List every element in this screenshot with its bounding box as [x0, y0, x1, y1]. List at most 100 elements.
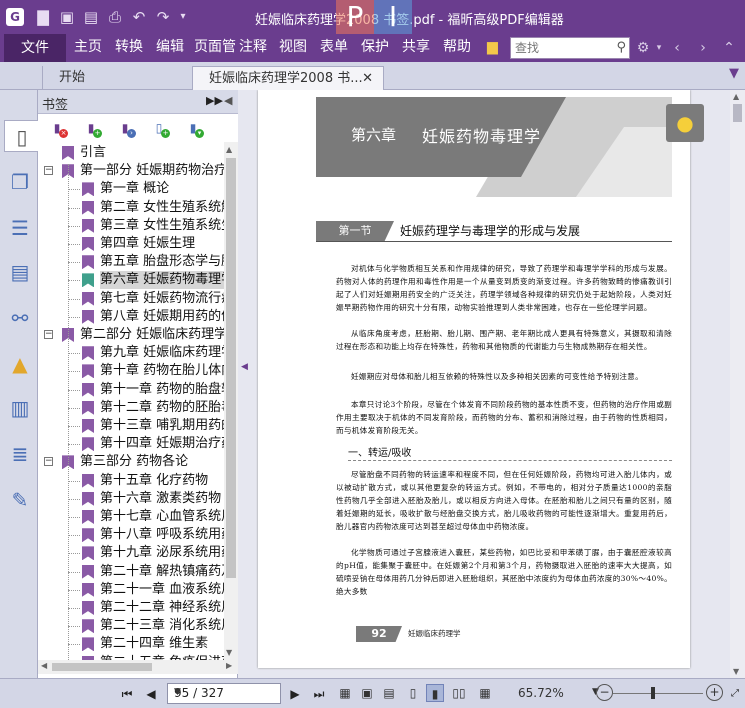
bookmark-item[interactable]: 第六章 妊娠药物毒理学: [38, 271, 224, 290]
bookmark-item[interactable]: 第十八章 呼吸系统用药: [38, 526, 224, 544]
bookmark-from-page-icon[interactable]: ▯ +: [150, 119, 170, 138]
bookmark-item[interactable]: 第十一章 药物的胎盘转: [38, 381, 224, 399]
bookmark-item[interactable]: 第四章 妊娠生理: [38, 235, 224, 253]
menu-share[interactable]: 共享: [402, 34, 430, 62]
bookmark-item[interactable]: 第二十四章 维生素: [38, 635, 224, 653]
doc-scroll-up-icon[interactable]: ▲: [733, 92, 739, 101]
bookmark-item[interactable]: 第七章 妊娠药物流行病: [38, 290, 224, 308]
tab-list-menu-icon[interactable]: ▼: [729, 66, 739, 81]
redo-icon[interactable]: ↷: [154, 8, 172, 26]
settings-dropdown-icon[interactable]: ▾: [650, 39, 668, 57]
doc-scroll-down-icon[interactable]: ▼: [733, 667, 739, 676]
last-page-icon[interactable]: ⏭: [310, 685, 328, 703]
bookmark-item[interactable]: 第十四章 妊娠期治疗药: [38, 435, 224, 453]
facing-pages-icon[interactable]: ▯▯: [450, 684, 468, 702]
open-folder-icon[interactable]: ▇: [34, 8, 52, 26]
bookmark-panel-icon[interactable]: ▯: [4, 120, 39, 152]
bookmark-item[interactable]: − 第二部分 妊娠临床药理学: [38, 326, 224, 344]
collapse-toggle-icon[interactable]: −: [44, 330, 53, 339]
bookmark-item[interactable]: 第二章 女性生殖系统解: [38, 199, 224, 217]
zoom-out-icon[interactable]: −: [596, 684, 613, 701]
bookmark-item[interactable]: 第八章 妊娠期用药的伦: [38, 308, 224, 326]
add-child-bookmark-icon[interactable]: ▮ ›: [116, 119, 136, 138]
page-view-icon[interactable]: ▦: [336, 684, 354, 702]
continuous-facing-icon[interactable]: ▦: [476, 684, 494, 702]
bookmark-item[interactable]: 第二十三章 消化系统用: [38, 617, 224, 635]
page-thumbnails-icon[interactable]: ❐: [4, 166, 36, 198]
bookmarks-horizontal-scrollbar[interactable]: ◀ ▶: [38, 660, 238, 674]
panel-options-icon[interactable]: ▶▶: [206, 94, 223, 107]
scroll-left-icon[interactable]: ◀: [41, 661, 47, 670]
file-menu-button[interactable]: 文件: [4, 34, 66, 62]
bookmark-item[interactable]: 第十七章 心血管系统用: [38, 508, 224, 526]
content-panel-icon[interactable]: ≣: [4, 438, 36, 470]
next-page-icon[interactable]: ▶: [286, 685, 304, 703]
single-page-icon[interactable]: ▯: [404, 684, 422, 702]
bookmark-item[interactable]: 第五章 胎盘形态学与胎: [38, 253, 224, 271]
bookmark-item[interactable]: 第十五章 化疗药物: [38, 472, 224, 490]
menu-edit[interactable]: 编辑: [156, 34, 184, 62]
bookmark-item[interactable]: 第十三章 哺乳期用药的: [38, 417, 224, 435]
search-field[interactable]: ⚲: [510, 37, 630, 59]
read-mode-icon[interactable]: ▣: [358, 684, 376, 702]
previous-page-icon[interactable]: ◀: [142, 685, 160, 703]
zoom-level[interactable]: 65.72%: [518, 686, 564, 700]
doc-scroll-thumb[interactable]: [733, 104, 742, 122]
menu-form[interactable]: 表单: [320, 34, 348, 62]
attachments-icon[interactable]: ⚯: [4, 302, 36, 334]
bookmark-item[interactable]: − 第一部分 妊娠期药物治疗基: [38, 162, 224, 180]
bookmark-item[interactable]: 第十二章 药物的胚胎毒: [38, 399, 224, 417]
bookmark-item[interactable]: 第二十二章 神经系统用: [38, 599, 224, 617]
scroll-up-icon[interactable]: ▲: [226, 145, 232, 154]
tab-close-icon[interactable]: ✕: [362, 67, 373, 91]
bookmark-item[interactable]: 第九章 妊娠临床药理学: [38, 344, 224, 362]
bookmark-item[interactable]: 第三章 女性生殖系统生: [38, 217, 224, 235]
bookmarks-hscroll-thumb[interactable]: [52, 663, 152, 671]
document-properties-icon[interactable]: ▥: [4, 392, 36, 424]
bookmarks-scroll-thumb[interactable]: [226, 158, 236, 578]
search-input[interactable]: [511, 38, 607, 58]
panel-splitter[interactable]: ◀: [238, 90, 256, 678]
tab-start[interactable]: 开始: [42, 66, 192, 90]
fullscreen-icon[interactable]: ⤢: [726, 685, 744, 703]
search-folder-icon[interactable]: ▆: [487, 39, 505, 55]
reflow-icon[interactable]: ▤: [380, 684, 398, 702]
first-page-icon[interactable]: ⏮: [118, 685, 136, 703]
bookmark-item[interactable]: 第十九章 泌尿系统用药: [38, 544, 224, 562]
menu-view[interactable]: 视图: [279, 34, 307, 62]
add-bookmark-icon[interactable]: ▮ +: [82, 119, 102, 138]
collapse-panel-arrow-icon[interactable]: ◀: [241, 362, 248, 372]
collapse-toggle-icon[interactable]: −: [44, 457, 53, 467]
security-lock-icon[interactable]: ▲: [4, 348, 36, 380]
print-icon[interactable]: ⎙: [106, 8, 124, 26]
signature-pen-icon[interactable]: ✎: [4, 484, 36, 516]
panel-collapse-icon[interactable]: ◀: [224, 94, 232, 107]
scroll-down-icon[interactable]: ▼: [226, 648, 232, 657]
collapse-toggle-icon[interactable]: −: [44, 166, 53, 176]
layers-icon[interactable]: ☰: [4, 212, 36, 244]
menu-annotate[interactable]: 注释: [239, 34, 267, 62]
comments-icon[interactable]: ▤: [4, 256, 36, 288]
page-dropdown-icon[interactable]: ▼: [174, 687, 276, 697]
tab-document[interactable]: 妊娠临床药理学2008 书... ✕: [192, 66, 384, 90]
quick-access-dropdown-icon[interactable]: ▾: [174, 8, 192, 26]
bookmark-item[interactable]: 第十六章 激素类药物: [38, 490, 224, 508]
bookmark-item[interactable]: 第十章 药物在胎儿体内: [38, 362, 224, 380]
search-icon[interactable]: ⚲: [616, 40, 626, 55]
bookmark-item[interactable]: 第一章 概论: [38, 180, 224, 198]
lightbulb-tips-icon[interactable]: ●: [666, 104, 704, 142]
zoom-slider-track[interactable]: [613, 693, 703, 694]
bookmarks-vertical-scrollbar[interactable]: ▲ ▼: [224, 142, 238, 660]
menu-page-manage[interactable]: 页面管: [194, 34, 238, 62]
undo-icon[interactable]: ↶: [130, 8, 148, 26]
document-vertical-scrollbar[interactable]: ▲ ▼: [730, 90, 745, 678]
page-number-field[interactable]: 95 / 327 ▼: [167, 683, 281, 704]
bookmark-item[interactable]: 第二十一章 血液系统用: [38, 581, 224, 599]
expand-bookmark-icon[interactable]: ▮ ▾: [184, 119, 204, 138]
ribbon-collapse-icon[interactable]: ⌃: [720, 39, 738, 57]
bookmark-item[interactable]: − 第三部分 药物各论: [38, 453, 224, 471]
save-icon[interactable]: ▣: [58, 8, 76, 26]
menu-home[interactable]: 主页: [74, 34, 102, 62]
menu-help[interactable]: 帮助: [443, 34, 471, 62]
document-viewport[interactable]: 第六章 妊娠药物毒理学 第一节 妊娠药理学与毒理学的形成与发展 对机体与化学物质…: [256, 90, 730, 678]
